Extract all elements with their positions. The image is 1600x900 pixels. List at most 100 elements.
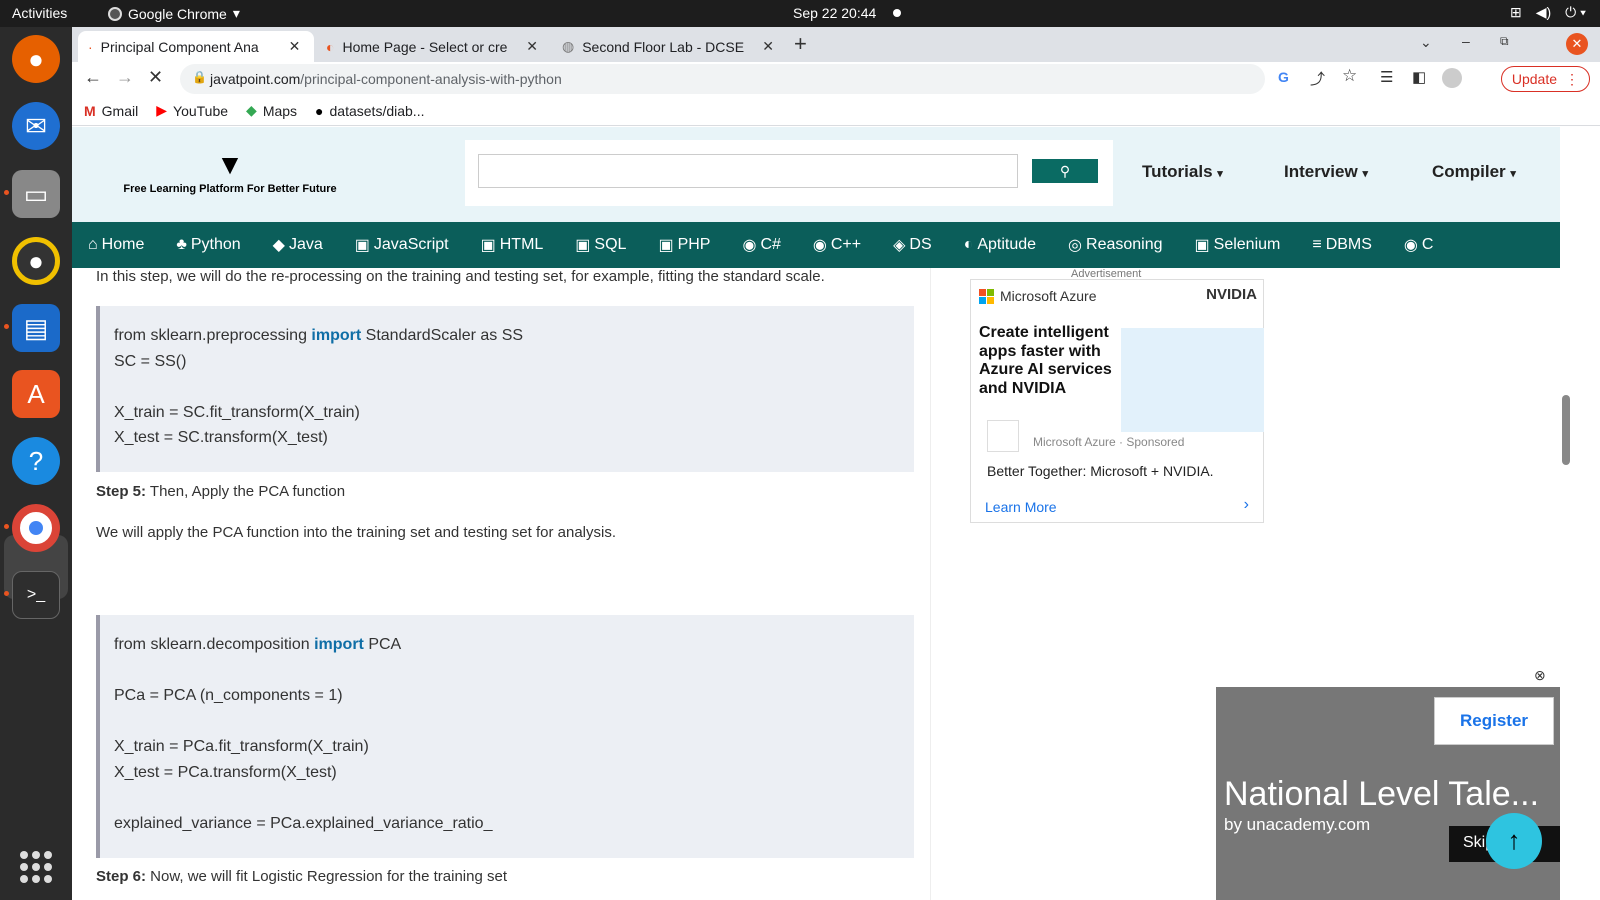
firefox-icon[interactable]: ● — [12, 35, 60, 83]
nav-selenium[interactable]: ▣ Selenium — [1179, 235, 1297, 255]
gmail-icon: M — [84, 102, 96, 119]
activities-button[interactable]: Activities — [12, 5, 67, 21]
nav-home[interactable]: ⌂ Home — [72, 236, 160, 254]
ad-logo-tile — [987, 420, 1019, 452]
nav-cpp[interactable]: ◉ C++ — [797, 235, 877, 255]
bookmark-maps[interactable]: ◆ Maps — [246, 101, 297, 120]
bookmark-datasets[interactable]: ● datasets/diab... — [315, 101, 424, 120]
html-icon: ▣ — [480, 237, 496, 254]
close-icon[interactable]: ✕ — [289, 38, 301, 55]
ad-brand: Microsoft Azure — [979, 288, 1096, 304]
search-box: ⚲ — [465, 140, 1113, 206]
ad-learn-more[interactable]: Learn More — [985, 499, 1057, 515]
help-icon[interactable]: ? — [12, 437, 60, 485]
chrome-dock-icon[interactable] — [12, 504, 60, 552]
ds-icon: ◈ — [893, 237, 906, 254]
java-icon: ◆ — [272, 237, 285, 254]
code-text: from sklearn.decomposition — [114, 636, 315, 653]
stop-loading-icon[interactable]: ✕ — [148, 67, 163, 88]
bookmark-gmail[interactable]: M Gmail — [84, 101, 138, 120]
nav-aptitude[interactable]: ◐ Aptitude — [948, 236, 1052, 254]
chevron-right-icon[interactable]: › — [1244, 496, 1249, 514]
terminal-icon[interactable]: >_ — [12, 571, 60, 619]
minimize-icon[interactable]: – — [1462, 33, 1470, 49]
nav-html[interactable]: ▣ HTML — [465, 235, 560, 255]
update-label: Update — [1511, 71, 1557, 87]
app-menu[interactable]: Google Chrome ▾ — [108, 5, 240, 22]
code-block-scaler: from sklearn.preprocessing import Standa… — [96, 306, 914, 472]
side-panel-icon[interactable]: ◧ — [1412, 68, 1426, 86]
tab-strip: · Principal Component Ana ✕ ◐ Home Page … — [72, 27, 1600, 62]
nav-ds[interactable]: ◈ DS — [877, 235, 948, 255]
files-icon[interactable]: ▭ — [12, 170, 60, 218]
code-line: X_test = PCa.transform(X_test) — [114, 763, 337, 781]
maximize-icon[interactable]: ⧉ — [1500, 34, 1509, 49]
address-bar[interactable]: 🔒 javatpoint.com/principal-component-ana… — [180, 64, 1265, 94]
nav-csharp[interactable]: ◉ C# — [726, 235, 796, 255]
close-icon[interactable]: ✕ — [762, 38, 774, 55]
scrollbar-thumb[interactable] — [1562, 395, 1570, 465]
search-button[interactable]: ⚲ — [1032, 159, 1098, 183]
bookmark-youtube[interactable]: ▶ YouTube — [156, 101, 228, 120]
tab-search-icon[interactable]: ⌄ — [1420, 34, 1432, 51]
step6-heading: Step 6: Now, we will fit Logistic Regres… — [96, 868, 507, 885]
clock[interactable]: Sep 22 20:44 — [793, 5, 876, 21]
microsoft-logo-icon — [979, 288, 994, 304]
reading-list-icon[interactable]: ☰ — [1380, 68, 1393, 86]
nav-c[interactable]: ◉ C — [1388, 235, 1450, 255]
nav-label: Aptitude — [977, 236, 1037, 253]
menu-compiler[interactable]: Compiler ▾ — [1432, 162, 1516, 182]
back-icon[interactable]: ← — [84, 67, 102, 88]
tab-second-floor-lab[interactable]: ◍ Second Floor Lab - DCSE ✕ — [552, 31, 784, 62]
ad-label: Advertisement — [1071, 268, 1142, 280]
code-blank — [114, 785, 900, 811]
page-scrollbar[interactable] — [1560, 268, 1572, 900]
selenium-icon: ▣ — [1194, 237, 1210, 254]
menu-interview[interactable]: Interview ▾ — [1284, 162, 1368, 182]
nav-reasoning[interactable]: ◎ Reasoning — [1052, 235, 1178, 255]
nav-dbms[interactable]: ≡ DBMS — [1296, 236, 1388, 254]
url-path: /principal-component-analysis-with-pytho… — [300, 71, 562, 87]
profile-avatar[interactable] — [1442, 68, 1462, 88]
register-button[interactable]: Register — [1434, 697, 1554, 745]
share-icon[interactable]: ⤴ — [1310, 68, 1325, 89]
tab-principal-component[interactable]: · Principal Component Ana ✕ — [78, 31, 314, 62]
new-tab-icon[interactable]: + — [794, 31, 807, 57]
site-logo[interactable]: ▼ Free Learning Platform For Better Futu… — [110, 149, 350, 195]
nav-python[interactable]: ♣ Python — [160, 236, 256, 254]
caret-down-icon: ▾ — [1510, 168, 1516, 180]
code-text: PCA — [363, 636, 402, 653]
bookmark-star-icon[interactable]: ☆ — [1342, 66, 1357, 86]
update-button[interactable]: Update ⋮ — [1500, 66, 1590, 92]
python-icon: ♣ — [176, 236, 187, 253]
nav-sql[interactable]: ▣ SQL — [559, 235, 642, 255]
caret-down-icon: ▾ — [1362, 168, 1368, 180]
logo-mark: ▼ — [216, 149, 244, 180]
close-icon[interactable]: ✕ — [526, 38, 538, 55]
writer-icon[interactable]: ▤ — [12, 304, 60, 352]
thunderbird-icon[interactable]: ✉ — [12, 102, 60, 150]
menu-label: Compiler — [1432, 162, 1506, 181]
dock: ● ✉ ▭ ● ▤ A ? >_ — [0, 27, 72, 900]
show-apps-icon[interactable] — [20, 851, 52, 883]
power-icon: ⏻ ▾ — [1565, 4, 1586, 20]
scroll-to-top-button[interactable]: ↑ — [1486, 813, 1542, 869]
menu-tutorials[interactable]: Tutorials ▾ — [1142, 162, 1223, 182]
arrow-up-icon: ↑ — [1507, 825, 1521, 855]
nav-php[interactable]: ▣ PHP — [642, 235, 726, 255]
close-icon[interactable]: ⊗ — [1534, 667, 1546, 684]
system-tray[interactable]: ⊞ ◀) ⏻ ▾ — [1510, 4, 1586, 21]
nav-java[interactable]: ◆ Java — [257, 235, 339, 255]
tab-home-page[interactable]: ◐ Home Page - Select or cre ✕ — [316, 31, 548, 62]
window-close-icon[interactable]: ✕ — [1566, 33, 1588, 55]
forward-icon[interactable]: → — [116, 67, 134, 88]
search-input[interactable] — [478, 154, 1018, 188]
rhythmbox-icon[interactable]: ● — [12, 237, 60, 285]
software-center-icon[interactable]: A — [12, 370, 60, 418]
nav-javascript[interactable]: ▣ JavaScript — [339, 235, 465, 255]
google-lens-icon[interactable]: G — [1278, 69, 1289, 85]
article-content: In this step, we will do the re-processi… — [96, 268, 916, 900]
nav-label: Home — [101, 236, 145, 253]
sidebar-advertisement[interactable]: Advertisement Microsoft Azure NVIDIA Cre… — [970, 268, 1264, 523]
globe-icon: ◍ — [562, 38, 575, 54]
